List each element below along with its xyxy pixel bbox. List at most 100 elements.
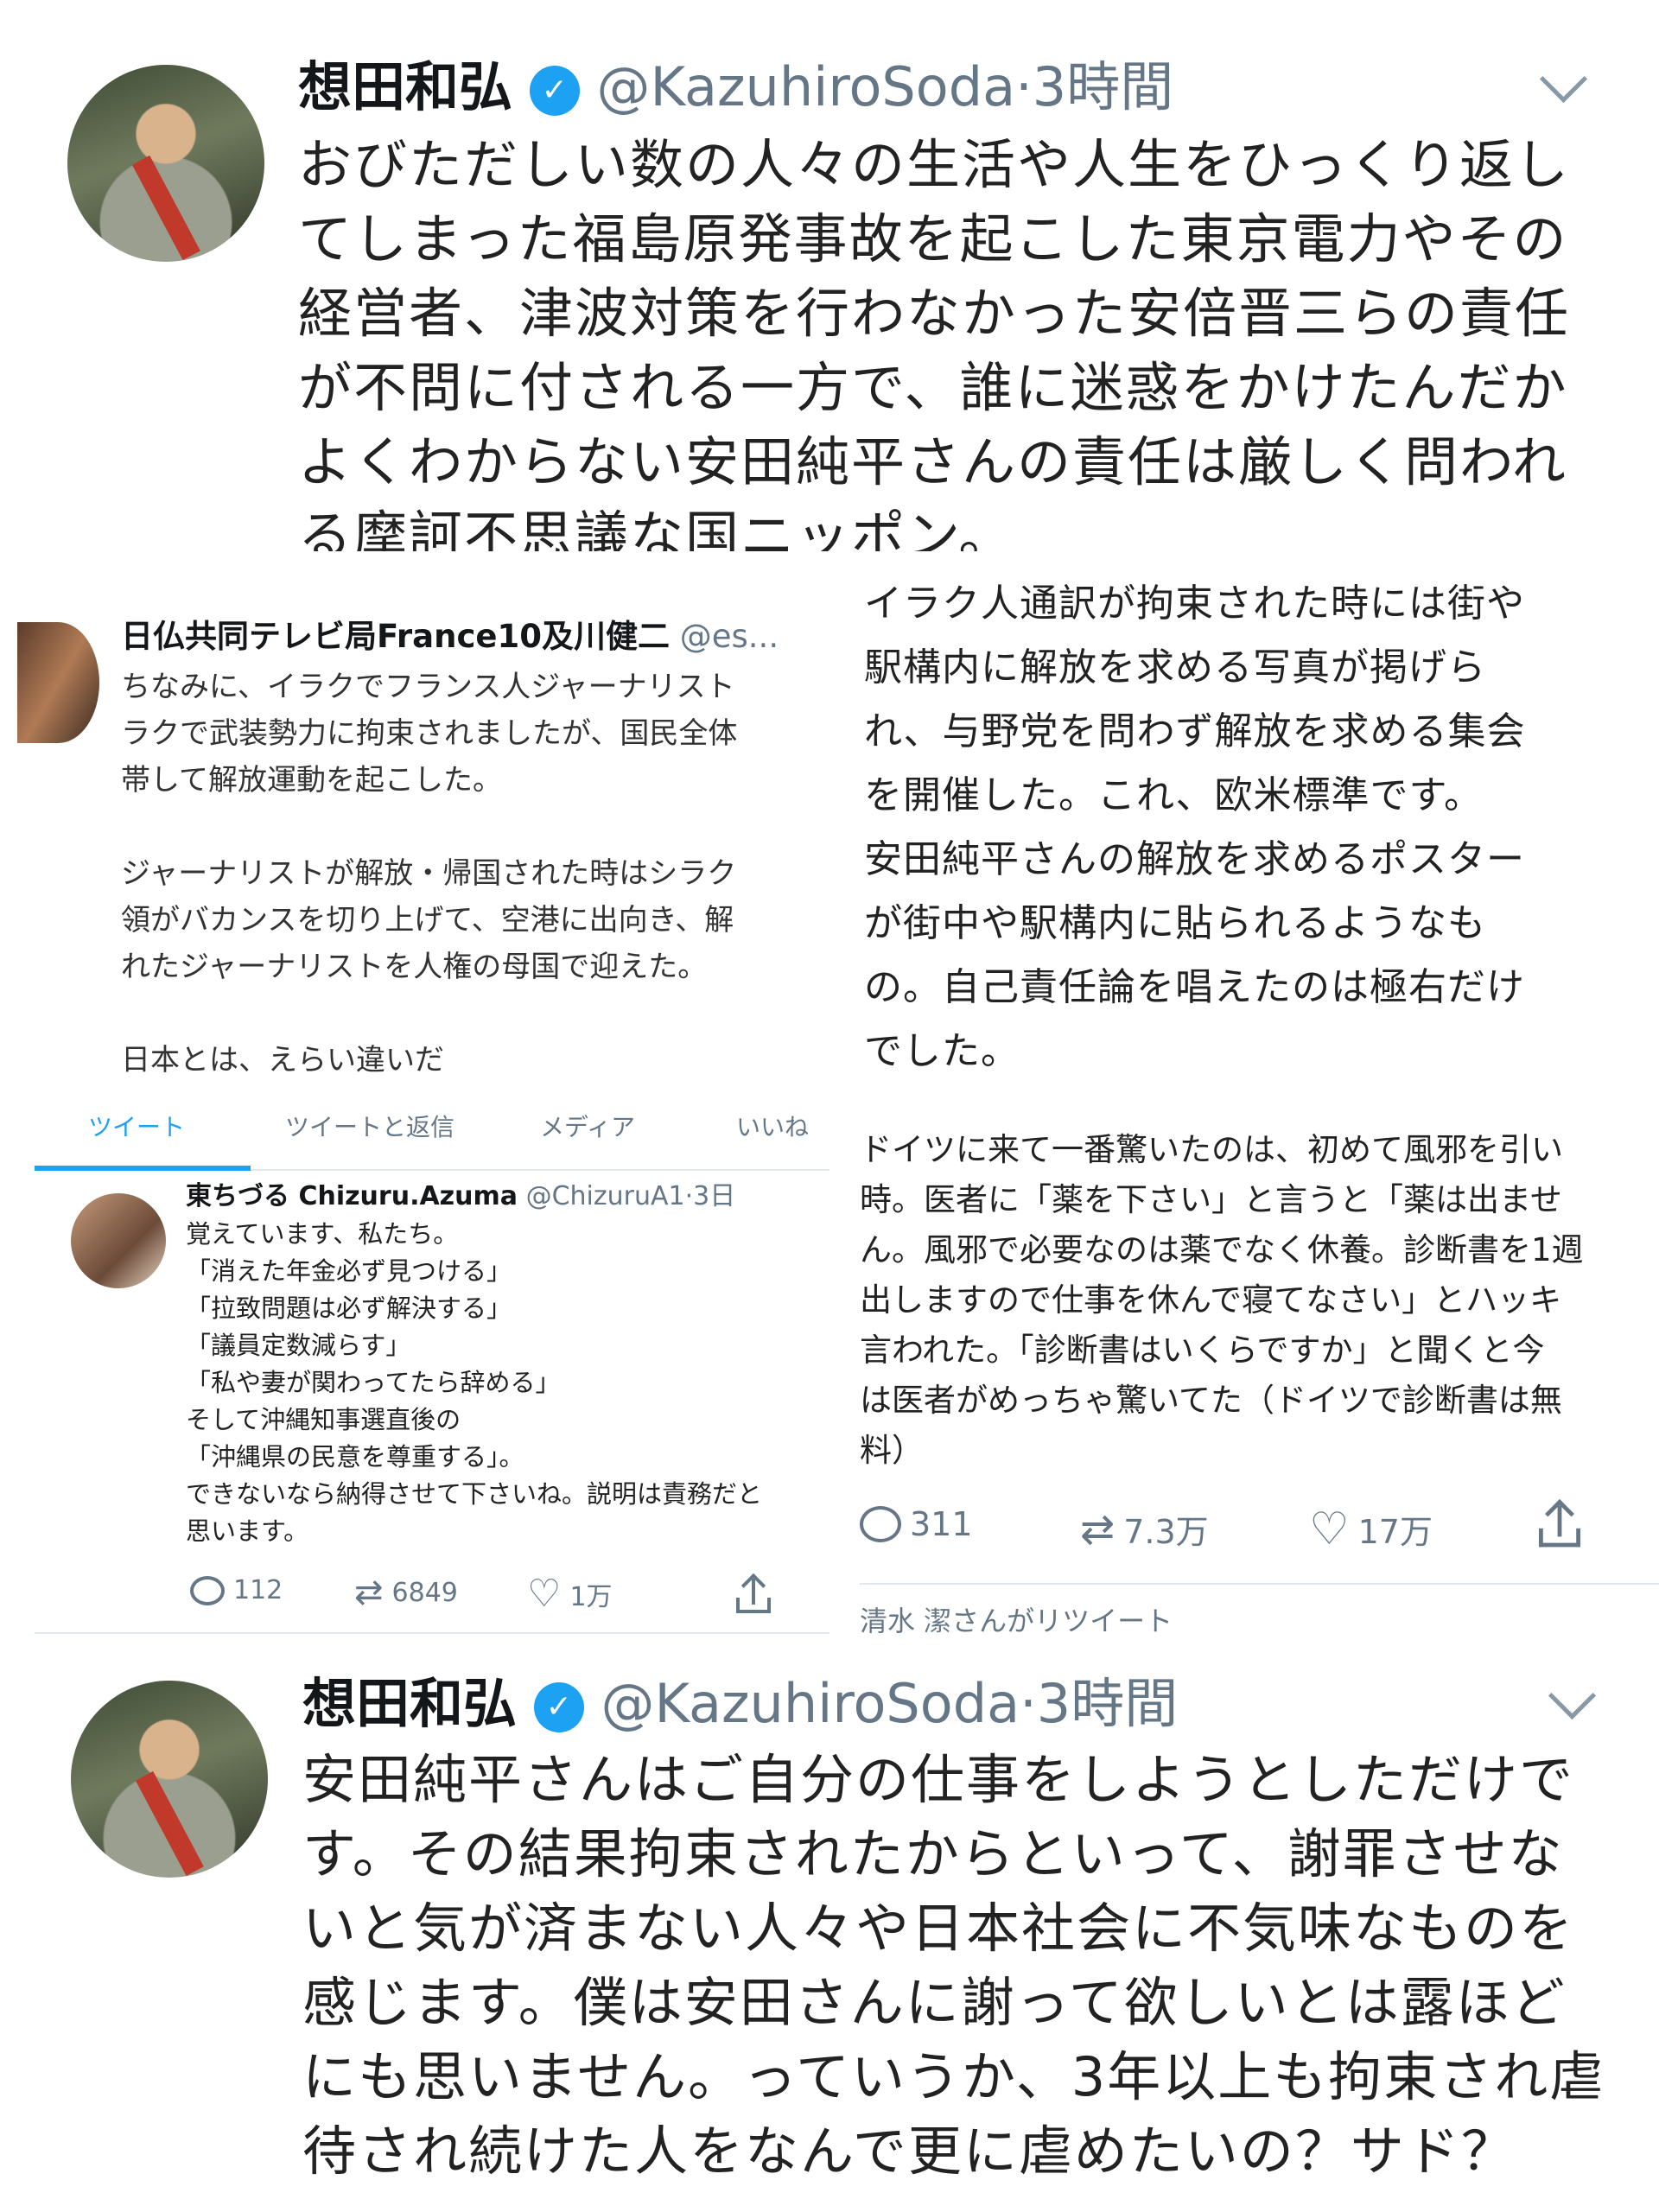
- tweet-text: ちなみに、イラクでフランス人ジャーナリスト ラクで武装勢力に拘束されましたが、国…: [121, 664, 830, 1084]
- tweet-line: 出しますので仕事を休んで寝てなさい」とハッキ: [860, 1281, 1562, 1319]
- chevron-down-icon[interactable]: [1539, 54, 1588, 104]
- tab-tweets[interactable]: ツイート: [88, 1109, 185, 1143]
- bottom-tweet[interactable]: 想田和弘 ✓ @KazuhiroSoda·3時間 安田純平さんはご自分の仕事をし…: [0, 1646, 1659, 2212]
- author-name[interactable]: 想田和弘: [302, 1672, 517, 1735]
- retweet-icon: ⇄: [354, 1573, 384, 1612]
- tweet-line: ジャーナリストが解放・帰国された時はシラク: [121, 856, 737, 891]
- tweet-line: 思います。: [186, 1516, 309, 1546]
- tweet-line: ドイツに来て一番驚いたのは、初めて風邪を引い: [860, 1131, 1563, 1168]
- tweet-line: る摩訶不思議な国ニッポン。: [298, 505, 1014, 551]
- author-handle[interactable]: @es...: [680, 618, 779, 655]
- avatar[interactable]: [67, 65, 264, 262]
- tweet-line: そして沖縄知事選直後の: [186, 1405, 461, 1434]
- like-count: 17万: [1357, 1513, 1433, 1551]
- reply-icon: [190, 1575, 225, 1605]
- germany-tweet[interactable]: ドイツに来て一番驚いたのは、初めて風邪を引い 時。医者に「薬を下さい」と言うと「…: [860, 1125, 1659, 1592]
- text-line: イラク人通訳が拘束された時には街や: [864, 582, 1525, 626]
- tweet-line: おびただしい数の人々の生活や人生をひっくり返し: [298, 133, 1571, 196]
- tweet-line: 言われた。「診断書はいくらですか」と聞くと今: [860, 1332, 1545, 1369]
- tweet-time[interactable]: ·3時間: [1020, 1672, 1178, 1735]
- retweet-button[interactable]: ⇄ 7.3万: [1080, 1505, 1209, 1553]
- reply-icon: [860, 1506, 901, 1542]
- tweet-line: 安田純平さんはご自分の仕事をしようとしただけで: [302, 1748, 1575, 1811]
- tweet-line: 待され続けた人をなんで更に虐めたいの？サド？: [302, 2120, 1516, 2183]
- author-handle[interactable]: @KazuhiroSoda: [601, 1672, 1020, 1735]
- share-button[interactable]: [1539, 1499, 1580, 1548]
- like-icon: ♡: [527, 1572, 562, 1616]
- tweet-line: 「拉致問題は必ず解決する」: [186, 1294, 512, 1323]
- tweet-line: れたジャーナリストを人権の母国で迎えた。: [121, 950, 708, 984]
- avatar[interactable]: [71, 1193, 166, 1288]
- tweet-line: が不問に付される一方で、誰に迷惑をかけたんだか: [298, 356, 1568, 419]
- reply-button[interactable]: 112: [190, 1575, 283, 1605]
- retweet-icon: ⇄: [1080, 1504, 1116, 1554]
- author-name[interactable]: 想田和弘: [298, 55, 512, 118]
- divider: [860, 1583, 1659, 1585]
- text-line: でした。: [864, 1029, 1020, 1073]
- reply-button[interactable]: 311: [860, 1505, 973, 1543]
- tweet-line: 帯して解放運動を起こした。: [121, 763, 502, 798]
- tweet-actions: 112 ⇄ 6849 ♡ 1万: [190, 1573, 795, 1618]
- retweet-button[interactable]: ⇄ 6849: [354, 1575, 458, 1610]
- text-line: 安田純平さんの解放を求めるポスター: [864, 837, 1525, 881]
- retweet-count: 6849: [391, 1577, 458, 1608]
- azuma-tweet[interactable]: 東ちづる Chizuru.Azuma @ChizuruA1·3日 覚えています、…: [35, 1178, 830, 1636]
- author-handle[interactable]: @ChizuruA1: [526, 1181, 685, 1211]
- share-button[interactable]: [736, 1573, 771, 1613]
- share-icon: [736, 1573, 771, 1613]
- verified-badge-icon: ✓: [533, 1681, 584, 1732]
- tweet-line: 領がバカンスを切り上げて、空港に出向き、解: [121, 903, 734, 938]
- tweet-line: にも思いません。っていうか、3年以上も拘束され虐: [302, 2045, 1605, 2108]
- like-button[interactable]: ♡ 17万: [1309, 1505, 1433, 1553]
- tweet-line: 経営者、津波対策を行わなかった安倍晋三らの責任: [298, 282, 1571, 345]
- quoted-text-block: イラク人通訳が拘束された時には街や 駅構内に解放を求める写真が掲げら れ、与野党…: [864, 572, 1659, 1108]
- tweet-line: 「私や妻が関わってたら辞める」: [186, 1368, 561, 1397]
- reply-count: 112: [233, 1575, 283, 1605]
- reply-count: 311: [910, 1505, 973, 1543]
- tweet-line: 料）: [860, 1432, 924, 1469]
- tweet-actions: 311 ⇄ 7.3万 ♡ 17万: [860, 1499, 1637, 1557]
- retweet-label[interactable]: 清水 潔さんがリツイート: [860, 1602, 1173, 1640]
- chevron-down-icon[interactable]: [1548, 1671, 1597, 1720]
- text-line: れ、与野党を問わず解放を求める集会: [864, 709, 1526, 753]
- tab-likes[interactable]: いいね: [736, 1109, 809, 1143]
- tweet-line: いと気が済まない人々や日本社会に不気味なものを: [302, 1897, 1575, 1960]
- tweet-text: 覚えています、私たち。 「消えた年金必ず見つける」 「拉致問題は必ず解決する」 …: [186, 1216, 825, 1550]
- tweet-line: ラクで武装勢力に拘束されましたが、国民全体: [121, 716, 738, 751]
- like-icon: ♡: [1309, 1503, 1350, 1555]
- avatar[interactable]: [17, 622, 99, 743]
- france10-tweet[interactable]: 日仏共同テレビ局France10及川健二 @es... ちなみに、イラクでフラン…: [0, 596, 830, 1097]
- text-line: を開催した。これ、欧米標準です。: [864, 773, 1484, 817]
- tweet-line: 時。医者に「薬を下さい」と言うと「薬は出ませ: [860, 1181, 1562, 1218]
- tweet-text: おびただしい数の人々の生活や人生をひっくり返し てしまった福島原発事故を起こした…: [298, 128, 1629, 551]
- text-line: 駅構内に解放を求める写真が掲げら: [864, 645, 1486, 690]
- author-name[interactable]: 日仏共同テレビ局France10及川健二: [121, 618, 670, 655]
- text-line: の。自己責任論を唱えたのは極右だけ: [864, 965, 1525, 1009]
- tweet-line: ちなみに、イラクでフランス人ジャーナリスト: [121, 670, 735, 704]
- like-count: 1万: [569, 1582, 613, 1612]
- tweet-text: ドイツに来て一番驚いたのは、初めて風邪を引い 時。医者に「薬を下さい」と言うと「…: [860, 1125, 1659, 1476]
- tweet-line: 「沖縄県の民意を尊重する」。: [186, 1442, 524, 1471]
- tweet-line: 感じます。僕は安田さんに謝って欲しいとは露ほど: [302, 1971, 1567, 2034]
- tab-media[interactable]: メディア: [540, 1109, 635, 1143]
- tweet-text: 安田純平さんはご自分の仕事をしようとしただけで す。その結果拘束されたからといっ…: [302, 1743, 1650, 2189]
- top-tweet[interactable]: 想田和弘 ✓ @KazuhiroSoda·3時間 おびただしい数の人々の生活や人…: [0, 0, 1659, 553]
- tweet-line: ん。風邪で必要なのは薬でなく休養。診断書を1週: [860, 1231, 1584, 1268]
- tab-active-indicator: [35, 1166, 251, 1171]
- tweet-time[interactable]: ·3時間: [1015, 55, 1173, 118]
- tweet-line: [121, 804, 830, 850]
- tweet-line: は医者がめっちゃ驚いてた（ドイツで診断書は無: [860, 1382, 1562, 1419]
- author-name[interactable]: 東ちづる Chizuru.Azuma: [186, 1181, 518, 1211]
- author-handle[interactable]: @KazuhiroSoda: [596, 55, 1015, 118]
- tweet-line: 覚えています、私たち。: [186, 1219, 459, 1249]
- profile-tabs: ツイート ツイートと返信 メディア いいね: [35, 1109, 830, 1178]
- tweet-line: てしまった福島原発事故を起こした東京電力やその: [298, 207, 1568, 270]
- tweet-time[interactable]: ·3日: [685, 1181, 736, 1211]
- tab-tweets-and-replies[interactable]: ツイートと返信: [285, 1109, 454, 1143]
- tweet-line: 日本とは、えらい違いだ: [121, 1043, 444, 1077]
- like-button[interactable]: ♡ 1万: [527, 1575, 613, 1613]
- tweet-line: [121, 990, 830, 1037]
- divider: [251, 1169, 830, 1171]
- avatar[interactable]: [71, 1681, 268, 1878]
- tweet-line: 「議員定数減らす」: [186, 1331, 411, 1360]
